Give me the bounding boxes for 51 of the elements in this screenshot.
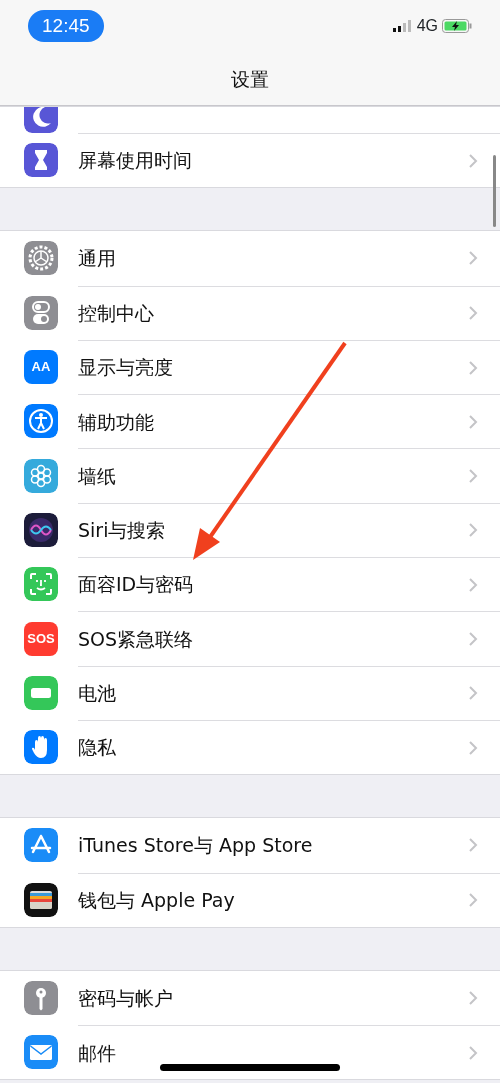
setting-label[interactable]: 墙纸	[78, 461, 468, 491]
setting-label[interactable]: 电池	[78, 679, 468, 708]
network-label: 4G	[416, 16, 438, 36]
setting-label[interactable]: 控制中心	[78, 299, 468, 328]
toggle-icon	[24, 295, 58, 330]
setting-label[interactable]: SOS紧急联络	[78, 624, 468, 654]
signal-icon	[392, 20, 413, 32]
chevron-icon	[468, 250, 478, 267]
setting-label[interactable]: Siri与搜索	[78, 516, 468, 545]
setting-label[interactable]: 显示与亮度	[78, 353, 468, 382]
chevron-icon	[468, 413, 478, 430]
chevron-icon	[468, 305, 478, 322]
chevron-icon	[468, 837, 478, 854]
app-store-icon	[24, 828, 58, 863]
orb-icon	[24, 512, 58, 547]
home-indicator[interactable]	[160, 1064, 340, 1071]
hourglass-icon	[24, 143, 58, 178]
setting-label[interactable]: 通用	[78, 244, 468, 273]
clock-time: 12:45	[28, 9, 104, 43]
setting-label[interactable]: 隐私	[78, 733, 468, 762]
chevron-icon	[468, 468, 478, 485]
chevron-icon	[468, 892, 478, 909]
hand-icon	[24, 730, 58, 765]
setting-label[interactable]: 辅助功能	[78, 407, 468, 437]
key-icon	[24, 981, 58, 1015]
accessibility-icon	[24, 404, 58, 439]
mail-icon	[24, 1035, 58, 1070]
settings-icon	[24, 241, 58, 276]
setting-label[interactable]: 钱包与 Apple Pay	[78, 885, 468, 915]
chevron-icon	[468, 1044, 478, 1061]
battery-icon	[24, 675, 58, 710]
setting-label[interactable]: 邮件	[78, 1038, 468, 1068]
wallet-icon	[24, 882, 58, 917]
scrollbar	[493, 155, 496, 227]
setting-label[interactable]: 面容ID与密码	[78, 570, 468, 599]
chevron-icon	[468, 522, 478, 539]
flower-icon	[24, 458, 58, 493]
setting-label[interactable]: iTunes Store与 App Store	[78, 831, 468, 860]
chevron-icon	[468, 359, 478, 376]
chevron-icon	[468, 631, 478, 647]
chevron-icon	[468, 739, 478, 756]
chevron-icon	[468, 990, 478, 1006]
chevron-icon	[468, 685, 478, 702]
chevron-icon	[468, 576, 478, 593]
page-title: 设置	[230, 67, 270, 92]
sos-icon: SOS	[24, 621, 58, 656]
chevron-icon	[468, 152, 478, 169]
setting-label[interactable]: 密码与帐户	[78, 983, 468, 1013]
battery-icon	[442, 19, 472, 33]
face-scan-icon	[24, 567, 58, 602]
text-size-icon: AA	[24, 350, 58, 385]
